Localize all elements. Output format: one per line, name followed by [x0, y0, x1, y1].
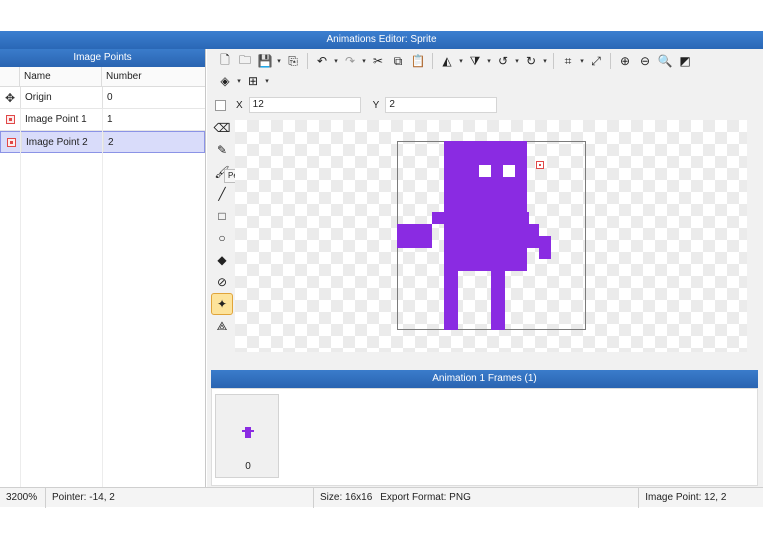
coords-checkbox[interactable] [215, 99, 226, 111]
export-format: Export Format: PNG [374, 487, 640, 508]
cut-icon[interactable]: ✂ [368, 52, 388, 70]
table-row[interactable]: ✥ Origin 0 [0, 87, 205, 109]
image-points-header: Image Points [0, 49, 205, 67]
zoom-in-icon[interactable]: ⊕ [615, 52, 635, 70]
toggle-background-icon[interactable]: ◩ [675, 52, 695, 70]
grid-icon[interactable]: ⊞ [243, 72, 263, 90]
flip-horizontal-dropdown[interactable]: ▾ [457, 57, 465, 65]
sprite-left-arm-lower [397, 224, 432, 248]
column-divider [102, 109, 103, 487]
x-label: X [236, 99, 243, 111]
open-folder-icon[interactable]: 🗀 [235, 52, 255, 70]
paste-icon[interactable]: 📋 [408, 52, 428, 70]
y-input[interactable]: 2 [385, 97, 498, 113]
line-icon[interactable]: ╱ [211, 183, 233, 205]
rotate-cw-icon[interactable]: ↻ [521, 52, 541, 70]
frame-thumbnail[interactable]: 0 [215, 394, 279, 478]
number-column-header[interactable]: Number [102, 67, 205, 86]
copy-icon[interactable]: ⧉ [388, 52, 408, 70]
sprite-mouth-notch [515, 200, 527, 212]
frames-strip: 0 [211, 388, 758, 486]
point-name: Image Point 2 [21, 132, 103, 152]
flip-vertical-icon[interactable]: ⧩ [465, 52, 485, 70]
image-point-readout: Image Point: 12, 2 [645, 491, 727, 503]
toolbar: 🗋 🗀 💾 ▾ ⎘ ↶ ▾ ↷ ▾ ✂ ⧉ 📋 ◭ ▾ ⧩ ▾ ↺ ▾ ↻ ▾ … [215, 51, 755, 91]
pointer-readout: Pointer: -14, 2 [46, 487, 314, 508]
zoom-level: 3200% [0, 487, 46, 508]
rotate-cw-dropdown[interactable]: ▾ [541, 57, 549, 65]
origin-icon: ✥ [4, 90, 16, 105]
sprite-right-arm-mid [515, 224, 539, 248]
polygon-point-icon[interactable]: ⟁ [211, 315, 233, 337]
image-point-marker[interactable] [536, 161, 544, 169]
undo-icon[interactable]: ↶ [312, 52, 332, 70]
zoom-out-icon[interactable]: ⊖ [635, 52, 655, 70]
sprite-right-eye [503, 165, 515, 177]
crop-icon[interactable]: ⌗ [558, 52, 578, 70]
coordinates-bar: X 12 Y 2 [215, 96, 755, 114]
pencil-icon[interactable]: ✎ [211, 139, 233, 161]
save-dropdown[interactable]: ▾ [275, 57, 283, 65]
point-name: Image Point 1 [20, 109, 102, 130]
table-header: Name Number [0, 67, 205, 87]
crop-dropdown[interactable]: ▾ [578, 57, 586, 65]
layers-dropdown[interactable]: ▾ [235, 77, 243, 85]
resize-icon[interactable]: ⤢ [586, 52, 606, 70]
eyedropper-icon[interactable]: ⊘ [211, 271, 233, 293]
layers-icon[interactable]: ◈ [215, 72, 235, 90]
frames-header: Animation 1 Frames (1) [211, 370, 758, 388]
image-point-icon [5, 115, 15, 124]
fill-icon[interactable]: ◆ [211, 249, 233, 271]
undo-dropdown[interactable]: ▾ [332, 57, 340, 65]
point-number: 2 [103, 132, 204, 152]
rectangle-icon[interactable]: □ [211, 205, 233, 227]
frame-number: 0 [245, 461, 251, 472]
ellipse-icon[interactable]: ○ [211, 227, 233, 249]
y-label: Y [372, 99, 380, 111]
image-point-tool-icon[interactable]: ✦ [211, 293, 233, 315]
sprite-left-eye [479, 165, 491, 177]
window-title: Animations Editor: Sprite [0, 31, 763, 49]
image-points-panel: Image Points Name Number ✥ Origin 0 Imag… [0, 49, 206, 487]
export-icon[interactable]: ⎘ [283, 52, 303, 70]
sprite-right-hand [539, 236, 551, 259]
icon-column-header [0, 67, 20, 86]
sprite-right-leg [491, 271, 505, 330]
rotate-ccw-dropdown[interactable]: ▾ [513, 57, 521, 65]
redo-icon[interactable]: ↷ [340, 52, 360, 70]
grid-dropdown[interactable]: ▾ [263, 77, 271, 85]
zoom-reset-icon[interactable]: 🔍 [655, 52, 675, 70]
sprite-right-arm-upper [515, 212, 529, 224]
tool-palette: ⌫ ✎ 🖌 ╱ □ ○ ◆ ⊘ ✦ ⟁ [211, 117, 235, 337]
status-bar: 3200% Pointer: -14, 2 Size: 16x16 Export… [0, 487, 763, 508]
flip-vertical-dropdown[interactable]: ▾ [485, 57, 493, 65]
sprite-left-arm-upper [432, 212, 446, 224]
image-point-icon [6, 137, 16, 147]
point-number: 1 [102, 109, 205, 130]
redo-dropdown[interactable]: ▾ [360, 57, 368, 65]
sprite-left-leg [444, 271, 458, 330]
size-readout: Size: 16x16 [320, 491, 373, 503]
thumbnail-sprite-arms [242, 430, 254, 432]
name-column-header[interactable]: Name [20, 67, 102, 86]
thumbnail-sprite-legs [245, 435, 251, 438]
eraser-icon[interactable]: ⌫ [211, 117, 233, 139]
rotate-ccw-icon[interactable]: ↺ [493, 52, 513, 70]
save-icon[interactable]: 💾 [255, 52, 275, 70]
new-file-icon[interactable]: 🗋 [215, 52, 235, 70]
x-input[interactable]: 12 [248, 97, 361, 113]
point-name: Origin [20, 87, 102, 108]
column-divider [20, 109, 21, 487]
point-number: 0 [102, 87, 205, 108]
flip-horizontal-icon[interactable]: ◭ [437, 52, 457, 70]
